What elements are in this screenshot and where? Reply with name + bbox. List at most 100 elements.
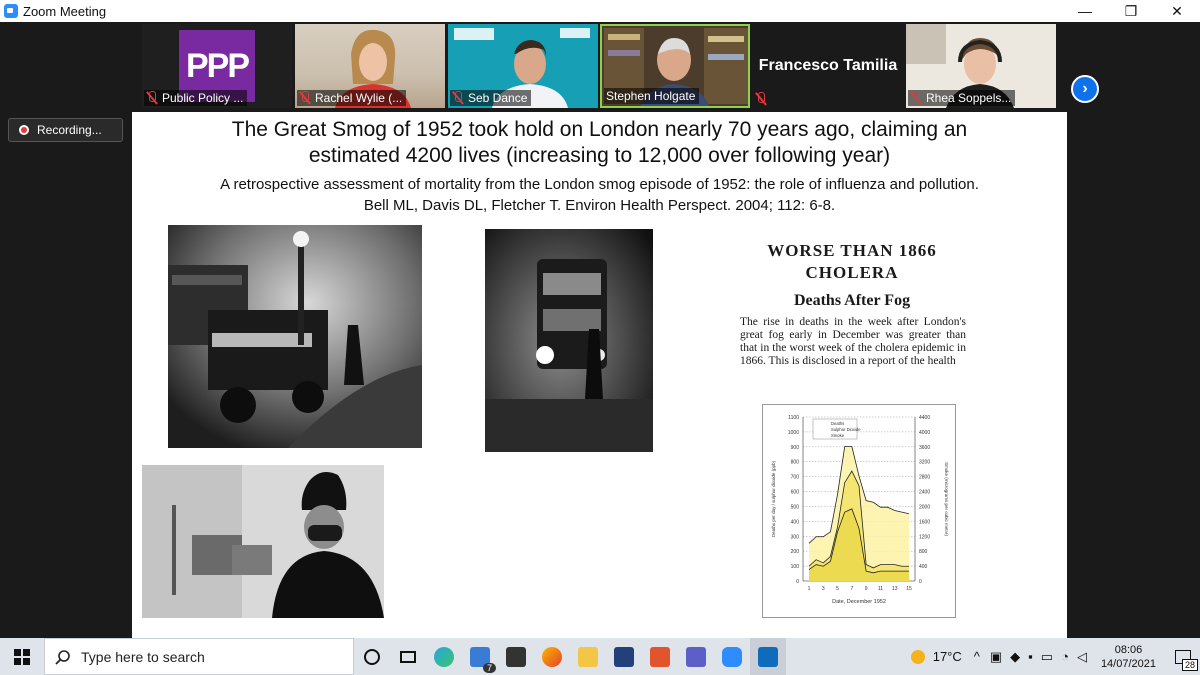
y-axis-left-label: Deaths per day / sulphur dioxide (ppb) bbox=[771, 460, 776, 537]
x-tick-label: 15 bbox=[906, 586, 912, 592]
mic-muted-icon bbox=[299, 91, 311, 105]
mic-muted-icon bbox=[910, 91, 922, 105]
office-icon bbox=[650, 646, 670, 667]
participant-name: Francesco Tamilia bbox=[758, 57, 898, 74]
right-tick-label: 4000 bbox=[919, 430, 930, 436]
weather-icon bbox=[910, 649, 925, 664]
mic-muted-icon bbox=[452, 91, 464, 105]
participant-gallery: PPP Public Policy ... Rachel Wylie (... bbox=[0, 22, 1200, 110]
taskbar-zoom[interactable] bbox=[714, 638, 750, 675]
notifications-button[interactable]: 28 bbox=[1166, 638, 1200, 675]
x-tick-label: 11 bbox=[878, 586, 883, 592]
start-button[interactable] bbox=[0, 638, 44, 675]
windows-taskbar: Type here to search 7 17°C ^ ▣ ◆ ▪ ▭ ◔ ◁… bbox=[0, 638, 1200, 675]
right-tick-label: 800 bbox=[919, 549, 928, 555]
bluebeam-icon bbox=[614, 646, 634, 667]
left-tick-label: 100 bbox=[791, 564, 800, 570]
mortality-graph: 0 0 100 400 200 800 300 1200 400 1600 500 2000 600 24… bbox=[762, 404, 956, 618]
network-icon[interactable]: ▣ bbox=[990, 649, 1002, 665]
zoom-app-icon bbox=[4, 4, 18, 18]
usb-icon[interactable]: ▪ bbox=[1028, 649, 1033, 664]
taskbar-teams[interactable] bbox=[678, 638, 714, 675]
right-tick-label: 4400 bbox=[919, 415, 930, 421]
participant-name: Public Policy ... bbox=[144, 90, 248, 106]
chevron-up-icon[interactable]: ^ bbox=[974, 649, 980, 664]
left-tick-label: 900 bbox=[791, 445, 800, 451]
recording-indicator[interactable]: Recording... bbox=[8, 118, 123, 142]
taskbar-firefox[interactable] bbox=[534, 638, 570, 675]
taskbar-bluebeam[interactable] bbox=[606, 638, 642, 675]
policeman-mask-photo bbox=[142, 465, 384, 618]
taskbar-office[interactable] bbox=[642, 638, 678, 675]
x-tick-label: 9 bbox=[865, 586, 868, 592]
x-tick-label: 7 bbox=[850, 586, 853, 592]
wifi-icon[interactable]: ◔ bbox=[1061, 649, 1069, 664]
store-icon bbox=[506, 646, 526, 667]
x-tick-label: 3 bbox=[822, 586, 825, 592]
system-tray: 17°C ^ ▣ ◆ ▪ ▭ ◔ ◁ 08:06 14/07/2021 28 bbox=[910, 638, 1200, 675]
taskbar-mail[interactable]: 7 bbox=[462, 638, 498, 675]
participant-name: Rhea Soppels... bbox=[908, 90, 1016, 106]
close-button[interactable]: ✕ bbox=[1154, 0, 1200, 22]
search-icon bbox=[55, 649, 70, 665]
task-view-button[interactable] bbox=[390, 638, 426, 675]
next-page-button[interactable]: › bbox=[1071, 75, 1099, 103]
x-tick-label: 13 bbox=[892, 586, 898, 592]
left-tick-label: 200 bbox=[791, 549, 800, 555]
cortana-icon bbox=[364, 648, 380, 665]
clock-time: 08:06 bbox=[1114, 643, 1143, 656]
edge-icon bbox=[434, 646, 454, 667]
slide-title: The Great Smog of 1952 took hold on Lond… bbox=[231, 118, 968, 167]
notifications-count: 28 bbox=[1181, 659, 1198, 671]
outlook-icon bbox=[758, 646, 778, 667]
participant-tile-public-policy[interactable]: PPP Public Policy ... bbox=[142, 24, 292, 108]
left-tick-label: 600 bbox=[791, 490, 800, 496]
window-titlebar: Zoom Meeting — ❐ ✕ bbox=[0, 0, 1200, 22]
right-tick-label: 1600 bbox=[919, 519, 930, 525]
x-axis-label: Date, December 1952 bbox=[832, 599, 886, 605]
window-controls: — ❐ ✕ bbox=[1062, 0, 1200, 22]
dropbox-icon[interactable]: ◆ bbox=[1010, 649, 1020, 665]
taskbar-file-explorer[interactable] bbox=[570, 638, 606, 675]
participant-tile-seb-dance[interactable]: Seb Dance bbox=[448, 24, 598, 108]
mic-muted-icon bbox=[755, 92, 767, 106]
participant-tile-rhea-soppels[interactable]: Rhea Soppels... bbox=[906, 24, 1056, 108]
battery-icon[interactable]: ▭ bbox=[1041, 649, 1053, 665]
right-tick-label: 2000 bbox=[919, 504, 930, 510]
left-tick-label: 700 bbox=[791, 475, 800, 481]
participant-tile-rachel-wylie[interactable]: Rachel Wylie (... bbox=[295, 24, 445, 108]
taskbar-search-box[interactable]: Type here to search bbox=[44, 638, 354, 675]
participant-name: Seb Dance bbox=[450, 90, 532, 106]
right-tick-label: 400 bbox=[919, 564, 928, 570]
right-tick-label: 3200 bbox=[919, 460, 930, 466]
participant-tile-stephen-holgate[interactable]: Stephen Holgate bbox=[600, 24, 750, 108]
taskbar-outlook[interactable] bbox=[750, 638, 786, 675]
left-tick-label: 0 bbox=[796, 579, 799, 585]
right-tick-label: 2800 bbox=[919, 475, 930, 481]
weather-temp[interactable]: 17°C bbox=[933, 649, 962, 664]
left-tick-label: 1100 bbox=[788, 415, 799, 421]
teams-icon bbox=[686, 646, 706, 667]
windows-logo-icon bbox=[14, 648, 30, 665]
window-title: Zoom Meeting bbox=[23, 3, 107, 19]
participant-muted-indicator bbox=[755, 92, 771, 111]
taskbar-store[interactable] bbox=[498, 638, 534, 675]
cortana-button[interactable] bbox=[354, 638, 390, 675]
taskbar-edge[interactable] bbox=[426, 638, 462, 675]
mic-muted-icon bbox=[146, 91, 158, 105]
taskbar-clock[interactable]: 08:06 14/07/2021 bbox=[1101, 643, 1156, 671]
folder-icon bbox=[578, 646, 598, 667]
minimize-button[interactable]: — bbox=[1062, 0, 1108, 22]
search-placeholder: Type here to search bbox=[81, 648, 205, 665]
smog-street-photo bbox=[168, 225, 422, 448]
restore-button[interactable]: ❐ bbox=[1108, 0, 1154, 22]
volume-icon[interactable]: ◁ bbox=[1077, 649, 1087, 665]
x-tick-label: 1 bbox=[808, 586, 811, 592]
participant-tile-francesco-tamilia[interactable]: Francesco Tamilia bbox=[753, 24, 903, 108]
newspaper-clipping: WORSE THAN 1866 CHOLERA Deaths After Fog… bbox=[732, 240, 972, 390]
clipping-headline: WORSE THAN 1866 CHOLERA bbox=[767, 241, 937, 282]
shared-slide: The Great Smog of 1952 took hold on Lond… bbox=[132, 112, 1067, 638]
y-axis-right-label: Smoke (micrograms per cubic metre) bbox=[944, 462, 949, 537]
right-tick-label: 2400 bbox=[919, 490, 930, 496]
clock-date: 14/07/2021 bbox=[1100, 657, 1156, 670]
